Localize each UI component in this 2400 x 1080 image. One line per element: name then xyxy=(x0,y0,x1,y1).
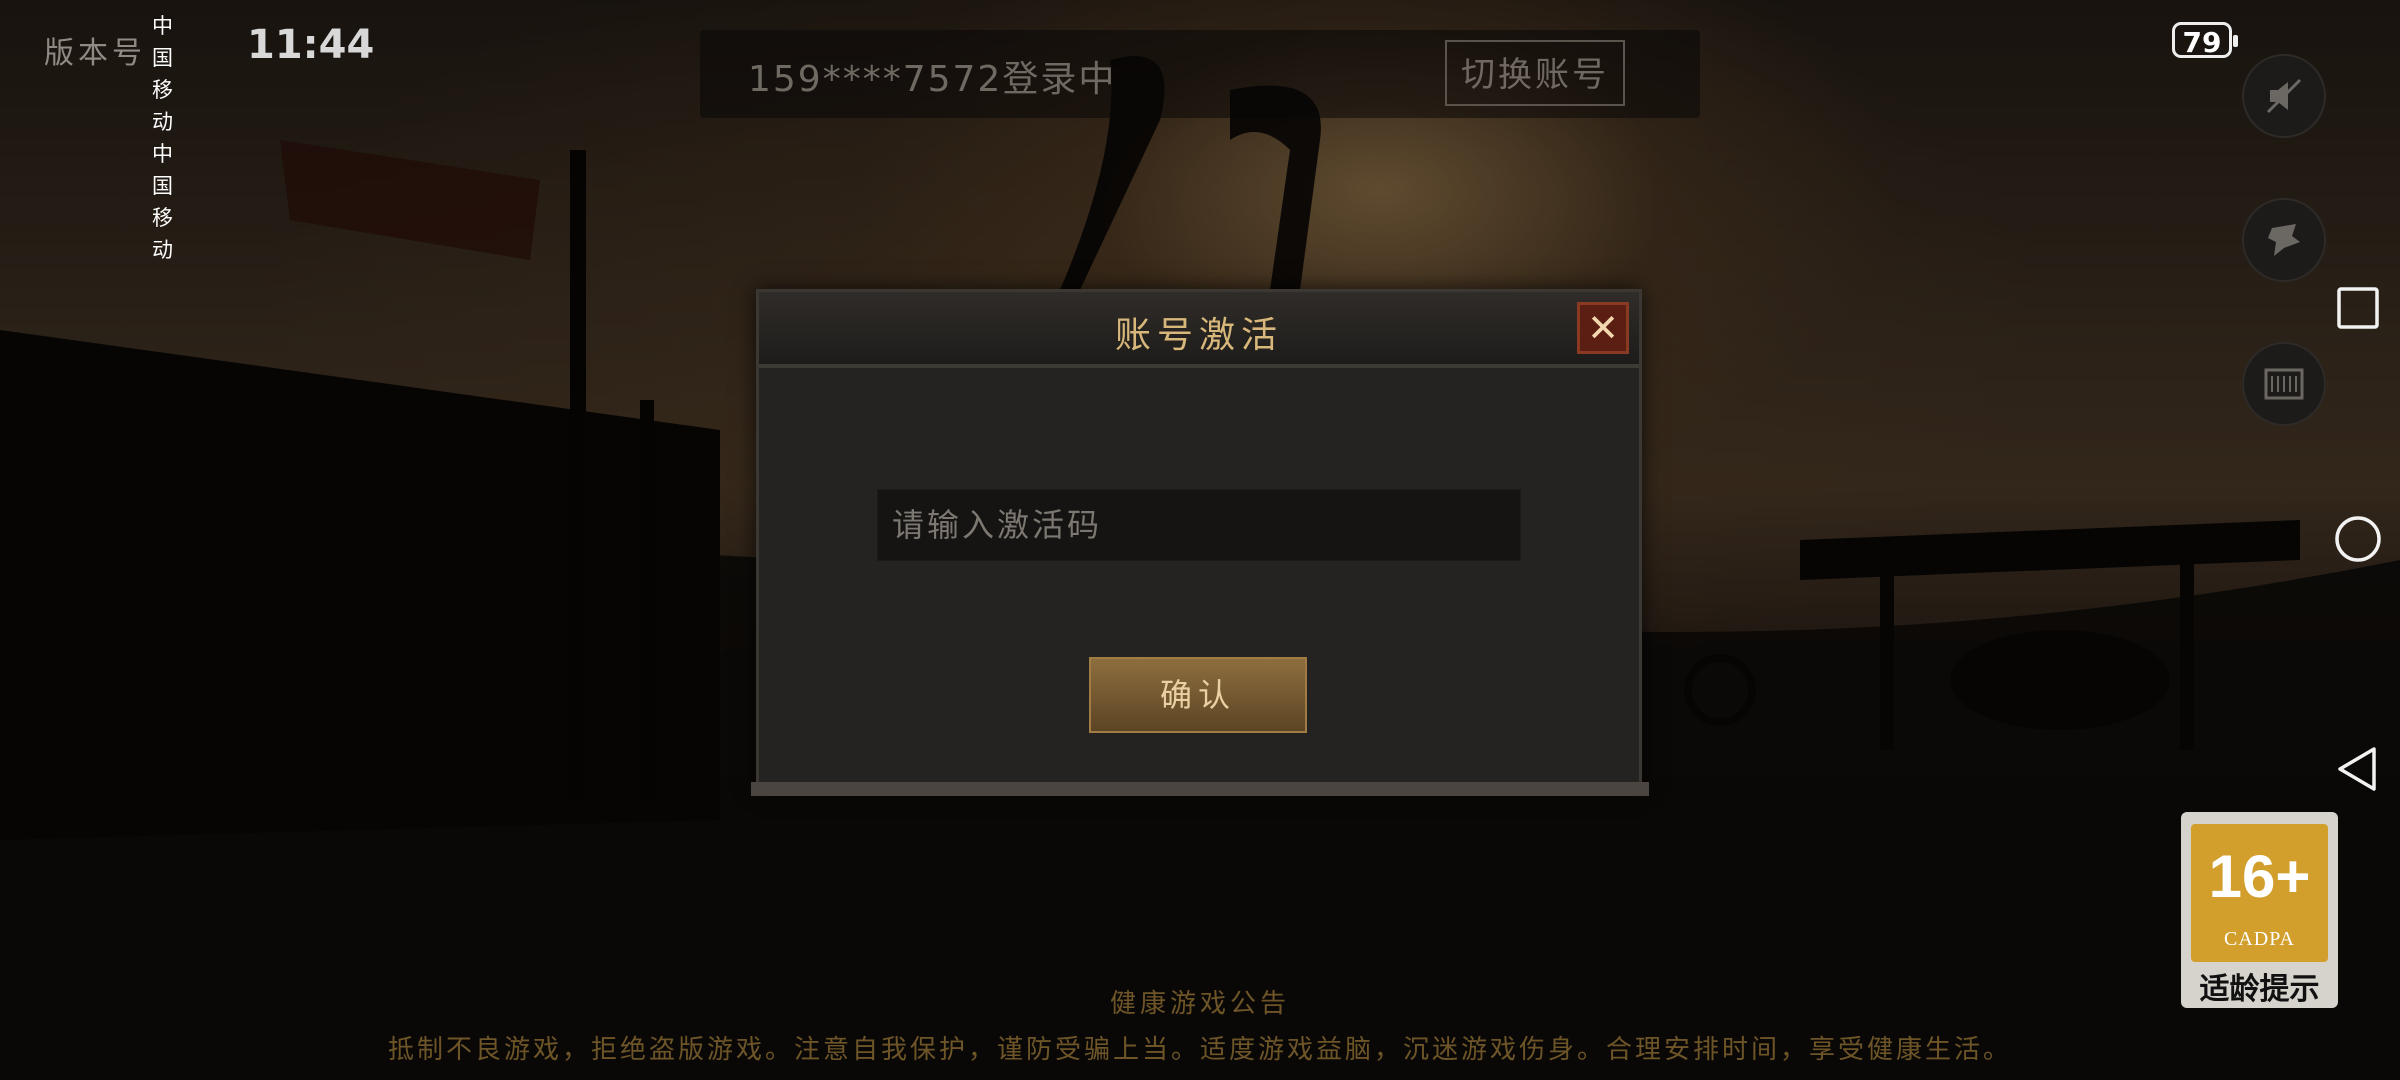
home-button[interactable] xyxy=(2334,515,2382,563)
mute-button[interactable] xyxy=(2242,54,2326,138)
health-notice-title: 健康游戏公告 xyxy=(1109,989,1290,1019)
dialog-header: 账号激活 ✕ xyxy=(759,292,1639,368)
confirm-button[interactable]: 确认 xyxy=(1089,657,1307,733)
scroll-button[interactable] xyxy=(2242,342,2326,426)
carrier-info: 中国移动 中国移动 xyxy=(152,10,173,266)
status-clock: 11:44 xyxy=(247,22,375,68)
circle-icon xyxy=(2335,516,2381,562)
back-button[interactable] xyxy=(2334,745,2382,793)
rating-age: 16+ xyxy=(2208,843,2311,910)
carrier-2: 中国移动 xyxy=(152,142,173,262)
hero-icon xyxy=(2268,224,2300,256)
dialog-footer-bar xyxy=(751,782,1649,796)
status-bar-left: 版本号 中国移动 中国移动 11:44 xyxy=(44,14,374,262)
hero-button[interactable] xyxy=(2242,198,2326,282)
triangle-back-icon xyxy=(2338,747,2376,791)
version-label: 版本号 xyxy=(44,36,146,71)
login-status-bar: 159****7572登录中 切换账号 xyxy=(700,30,1700,118)
carrier-1: 中国移动 xyxy=(152,14,173,134)
rating-emblem: 16+ CADPA xyxy=(2191,824,2328,962)
recent-apps-button[interactable] xyxy=(2334,284,2382,332)
age-rating-badge[interactable]: 16+ CADPA 适龄提示 xyxy=(2181,812,2338,1008)
battery-indicator: 79 xyxy=(2172,22,2238,59)
switch-account-button[interactable]: 切换账号 xyxy=(1445,40,1625,106)
health-notice-text: 抵制不良游戏，拒绝盗版游戏。注意自我保护，谨防受骗上当。适度游戏益脑，沉迷游戏伤… xyxy=(387,1035,2012,1065)
dialog-title: 账号激活 xyxy=(1114,315,1283,356)
mute-icon xyxy=(2266,78,2302,114)
close-button[interactable]: ✕ xyxy=(1577,302,1629,354)
scroll-icon xyxy=(2264,368,2304,400)
activation-code-input[interactable]: 请输入激活码 xyxy=(877,489,1521,561)
rating-org: CADPA xyxy=(2224,928,2295,950)
account-login-status: 159****7572登录中 xyxy=(748,59,1117,100)
square-icon xyxy=(2337,287,2379,329)
close-icon: ✕ xyxy=(1587,306,1619,350)
account-activation-dialog: 账号激活 ✕ 请输入激活码 确认 xyxy=(751,289,1649,796)
